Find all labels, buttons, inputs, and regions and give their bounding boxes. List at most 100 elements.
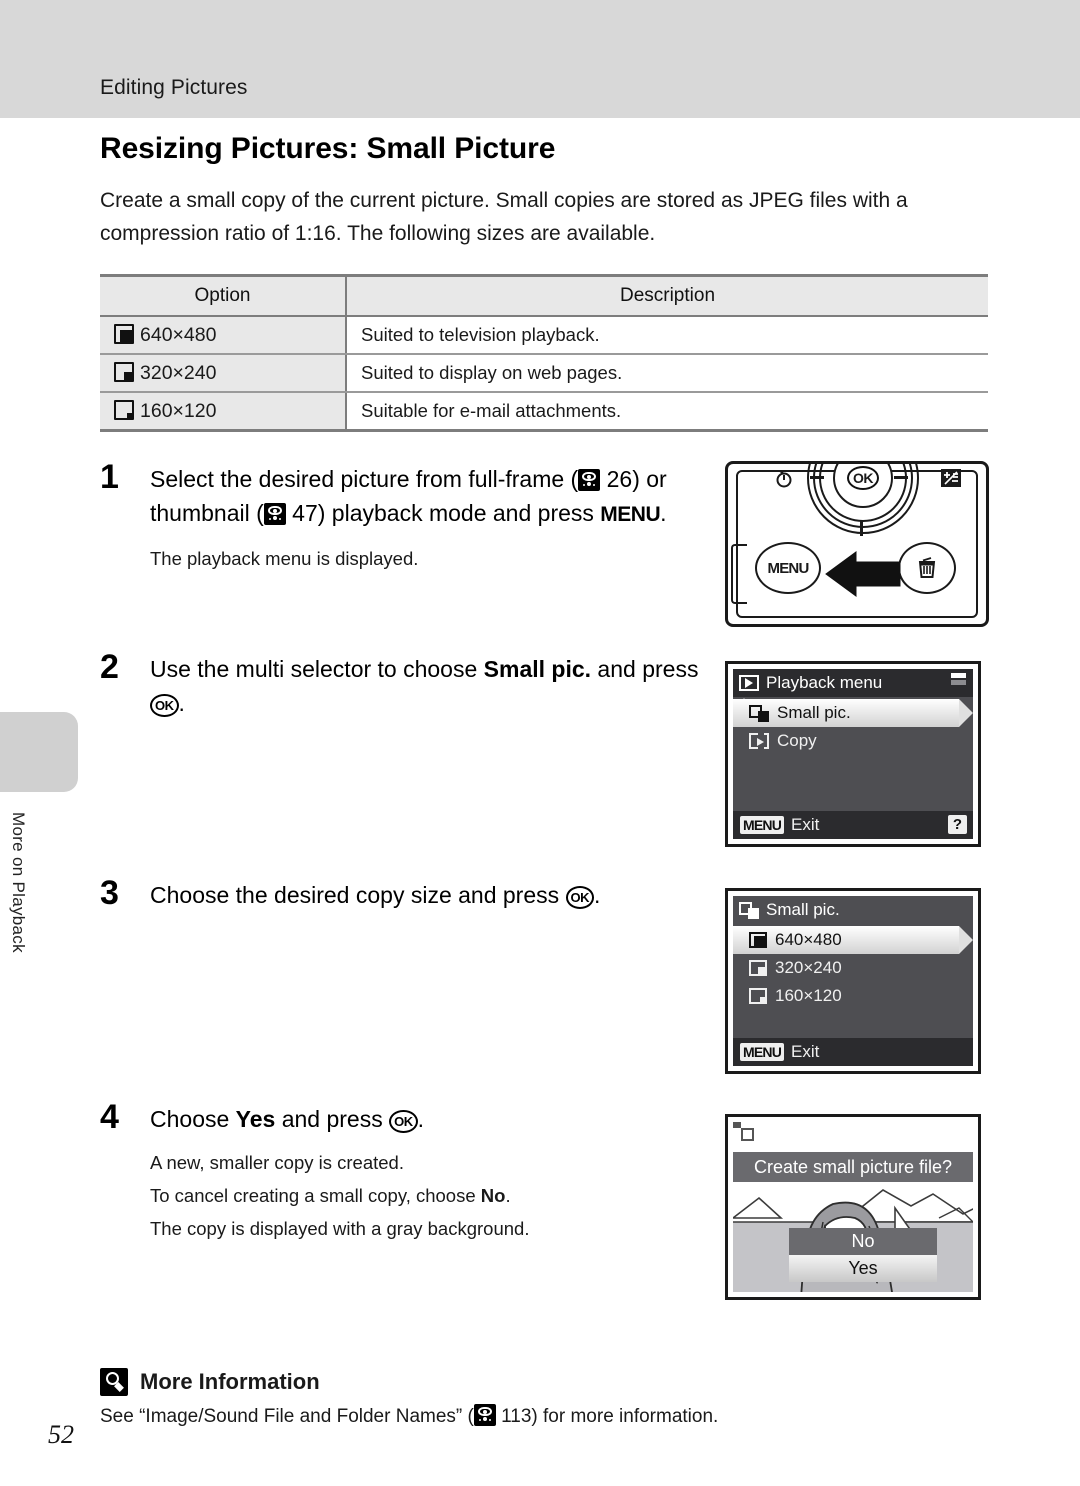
delete-button[interactable]: [898, 542, 956, 594]
step-note-line: The copy is displayed with a gray backgr…: [150, 1218, 530, 1239]
option-label: 640×480: [140, 323, 217, 346]
main-column: Resizing Pictures: Small Picture Create …: [100, 132, 990, 250]
lcd-inner: Small pic. 640×480 320×240 160×120 MENU: [733, 896, 973, 1066]
table-cell-description: Suitable for e-mail attachments.: [346, 392, 988, 432]
step-note-line: A new, smaller copy is created.: [150, 1152, 404, 1173]
confirm-options: No Yes: [789, 1228, 937, 1282]
size-option-160[interactable]: 160×120: [733, 982, 973, 1010]
more-information-title: More Information: [140, 1369, 320, 1394]
copy-icon: [749, 733, 769, 749]
step-instruction: Use the multi selector to choose Small p…: [150, 652, 700, 720]
step-text-bold: Yes: [235, 1106, 276, 1132]
multi-selector-left-mark: [810, 476, 824, 479]
option-label: 160×120: [140, 399, 217, 422]
playback-menu-screen: Playback menu Small pic. Copy MENU Exit …: [725, 661, 981, 847]
exit-label: Exit: [791, 815, 820, 834]
exit-label: Exit: [791, 1042, 820, 1061]
ok-button-glyph: OK: [389, 1110, 418, 1133]
step-note-line: The playback menu is displayed.: [150, 548, 419, 569]
multi-selector-right-mark: [894, 476, 908, 479]
table-cell-description: Suited to display on web pages.: [346, 354, 988, 393]
confirm-option-yes[interactable]: Yes: [789, 1255, 937, 1282]
multi-selector-down-mark: [860, 520, 863, 536]
page-title: Resizing Pictures: Small Picture: [100, 132, 556, 165]
step-1: 1 Select the desired picture from full-f…: [100, 458, 700, 577]
step-number: 2: [100, 648, 119, 686]
page-indicator-icon: [951, 673, 966, 687]
step-text-bold: Small pic.: [483, 656, 592, 682]
confirm-question: Create small picture file?: [733, 1152, 973, 1182]
confirm-icon-bar: [733, 1122, 973, 1152]
step-body: Choose the desired copy size and press O…: [150, 878, 700, 912]
more-info-text-b: 113) for more information.: [495, 1406, 719, 1427]
table-row: 160×120 Suitable for e-mail attachments.: [100, 392, 988, 432]
small-pic-screen: Small pic. 640×480 320×240 160×120 MENU: [725, 888, 981, 1074]
confirm-option-no[interactable]: No: [789, 1228, 937, 1255]
menu-item-label: Small pic.: [777, 703, 851, 722]
image-size-640-icon: [749, 932, 767, 948]
table-header-option: Option: [100, 274, 347, 317]
step-text-end: .: [417, 1106, 425, 1132]
lcd-title-bar: Small pic.: [733, 896, 973, 924]
small-pic-icon: [739, 901, 759, 919]
step-note-tail: .: [505, 1185, 511, 1206]
table-header-row: Option Description: [100, 274, 988, 317]
step-text-end: .: [594, 882, 601, 908]
step-text-a: Choose: [150, 1106, 236, 1132]
menu-chip-icon: MENU: [740, 816, 785, 834]
lcd-title-label: Playback menu: [766, 673, 883, 692]
table-row: 320×240 Suited to display on web pages.: [100, 354, 988, 393]
playback-mode-icon: [739, 675, 759, 691]
size-option-320[interactable]: 320×240: [733, 954, 973, 982]
step-text-a: Select the desired picture from full-fra…: [150, 466, 579, 492]
more-info-text-a: See “Image/Sound File and Folder Names” …: [100, 1406, 474, 1427]
step-text-b: and press: [275, 1106, 390, 1132]
camera-back-illustration: OK MENU: [725, 461, 989, 627]
image-size-160-icon: [114, 400, 134, 421]
image-size-320-icon: [749, 960, 767, 976]
image-size-320-icon: [114, 362, 134, 383]
menu-item-small-pic[interactable]: Small pic.: [733, 699, 973, 727]
side-tab-block: [0, 712, 78, 792]
size-option-label: 320×240: [775, 958, 842, 977]
step-text-end: .: [178, 690, 185, 716]
step-instruction: Select the desired picture from full-fra…: [150, 462, 700, 532]
more-information-text: See “Image/Sound File and Folder Names” …: [100, 1404, 718, 1428]
page-reference-icon: [263, 503, 286, 525]
running-title: Editing Pictures: [100, 76, 248, 99]
camera-grip: [731, 544, 747, 604]
lcd-inner: Playback menu Small pic. Copy MENU Exit …: [733, 669, 973, 839]
size-option-640[interactable]: 640×480: [733, 926, 973, 954]
lcd-bottom-bar: MENU Exit: [733, 1038, 973, 1066]
table-cell-option: 320×240: [100, 354, 347, 393]
lcd-bottom-bar: MENU Exit ?: [733, 811, 973, 839]
more-information-heading: More Information: [100, 1368, 320, 1396]
trash-icon: [918, 557, 936, 578]
step-2: 2 Use the multi selector to choose Small…: [100, 648, 700, 720]
option-label: 320×240: [140, 361, 217, 384]
help-icon[interactable]: ?: [948, 815, 967, 834]
step-instruction: Choose Yes and press OK.: [150, 1102, 700, 1136]
confirm-screen: Create small picture file? No Yes: [725, 1114, 981, 1300]
menu-item-copy[interactable]: Copy: [733, 727, 973, 755]
manual-page: Editing Pictures More on Playback 52 Res…: [0, 0, 1080, 1486]
table-cell-description: Suited to television playback.: [346, 316, 988, 355]
step-note: The playback menu is displayed.: [150, 544, 700, 573]
step-body: Choose Yes and press OK. A new, smaller …: [150, 1102, 700, 1243]
step-text-a: Choose the desired copy size and press: [150, 882, 566, 908]
step-note-bold: No: [480, 1185, 506, 1206]
size-option-label: 640×480: [775, 930, 842, 949]
step-body: Use the multi selector to choose Small p…: [150, 652, 700, 720]
page-header-band: [0, 0, 1080, 118]
intro-paragraph: Create a small copy of the current pictu…: [100, 189, 908, 245]
step-note: A new, smaller copy is created. To cance…: [150, 1148, 700, 1243]
size-option-label: 160×120: [775, 986, 842, 1005]
step-note-line: To cancel creating a small copy, choose …: [150, 1181, 700, 1210]
exposure-compensation-icon: [940, 468, 962, 493]
small-pic-icon: [749, 704, 769, 722]
self-timer-icon: [774, 468, 794, 493]
step-note-text: To cancel creating a small copy, choose: [150, 1185, 481, 1206]
step-3: 3 Choose the desired copy size and press…: [100, 874, 700, 912]
page-reference-icon: [578, 469, 601, 491]
ok-button-glyph: OK: [565, 886, 595, 909]
